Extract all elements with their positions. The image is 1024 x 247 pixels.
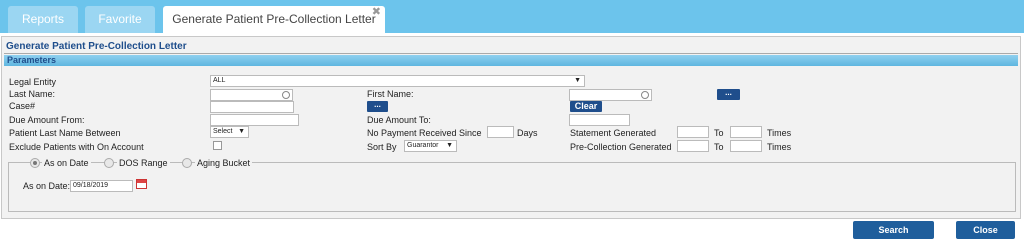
last-name-label: Last Name: (9, 89, 56, 99)
due-to-label: Due Amount To: (367, 115, 431, 125)
lookup-icon[interactable] (641, 91, 649, 99)
close-button[interactable]: Close (956, 221, 1015, 239)
tab-generate-letter[interactable]: Generate Patient Pre-Collection Letter ✖ (163, 6, 385, 33)
sort-by-value: Guarantor (407, 142, 439, 149)
parameters-header: Parameters (4, 55, 1018, 66)
case-browse-button[interactable]: ... (367, 101, 388, 112)
clear-button[interactable]: Clear (570, 101, 602, 112)
statement-from-input[interactable] (677, 126, 709, 138)
title-divider (4, 53, 1018, 54)
legal-entity-select[interactable]: ALL ▼ (210, 75, 585, 87)
case-label: Case# (9, 101, 36, 111)
as-on-date-radio-label: As on Date (42, 158, 91, 168)
as-on-date-label: As on Date: (23, 181, 71, 191)
aging-bucket-radio-label: Aging Bucket (195, 158, 253, 168)
first-name-browse-button[interactable]: ... (717, 89, 740, 100)
exclude-checkbox[interactable] (213, 141, 222, 150)
due-to-input[interactable] (569, 114, 630, 126)
last-name-between-select[interactable]: Select ▼ (210, 126, 249, 138)
close-icon[interactable]: ✖ (372, 0, 381, 26)
pre-collection-label: Pre-Collection Generated (570, 142, 672, 152)
calendar-icon[interactable] (136, 179, 147, 189)
legal-entity-value: ALL (213, 77, 226, 84)
exclude-label: Exclude Patients with On Account (9, 142, 144, 152)
form-panel: Generate Patient Pre-Collection Letter P… (1, 36, 1021, 219)
pre-collection-to-label: To (714, 142, 724, 152)
chevron-down-icon: ▼ (238, 128, 245, 135)
pre-collection-to-input[interactable] (730, 140, 762, 152)
tab-favorite[interactable]: Favorite (85, 6, 155, 33)
as-on-date-radio[interactable] (30, 158, 40, 168)
last-name-between-label: Patient Last Name Between (9, 128, 121, 138)
as-on-date-input[interactable]: 09/18/2019 (70, 180, 133, 192)
sort-by-label: Sort By (367, 142, 397, 152)
first-name-input[interactable] (569, 89, 652, 101)
tab-generate-letter-label: Generate Patient Pre-Collection Letter (172, 12, 376, 26)
days-label: Days (517, 128, 538, 138)
aging-bucket-radio[interactable] (182, 158, 192, 168)
statement-times-label: Times (767, 128, 792, 138)
page-title: Generate Patient Pre-Collection Letter (6, 41, 187, 52)
dos-range-radio-label: DOS Range (117, 158, 170, 168)
chevron-down-icon: ▼ (574, 77, 581, 84)
last-name-input[interactable] (210, 89, 293, 101)
no-payment-days-input[interactable] (487, 126, 514, 138)
dos-range-radio[interactable] (104, 158, 114, 168)
tab-bar: Reports Favorite Generate Patient Pre-Co… (0, 0, 1024, 33)
search-button[interactable]: Search (853, 221, 934, 239)
date-options-group (8, 162, 1016, 212)
case-input[interactable] (210, 101, 294, 113)
due-from-input[interactable] (210, 114, 299, 126)
lookup-icon[interactable] (282, 91, 290, 99)
first-name-label: First Name: (367, 89, 414, 99)
statement-to-input[interactable] (730, 126, 762, 138)
due-from-label: Due Amount From: (9, 115, 85, 125)
pre-collection-times-label: Times (767, 142, 792, 152)
no-payment-label: No Payment Received Since (367, 128, 482, 138)
chevron-down-icon: ▼ (446, 142, 453, 149)
statement-generated-label: Statement Generated (570, 128, 657, 138)
statement-to-label: To (714, 128, 724, 138)
main-panel: Generate Patient Pre-Collection Letter P… (0, 33, 1024, 247)
tab-reports[interactable]: Reports (8, 6, 78, 33)
pre-collection-from-input[interactable] (677, 140, 709, 152)
legal-entity-label: Legal Entity (9, 77, 57, 87)
last-name-between-value: Select (213, 128, 233, 135)
sort-by-select[interactable]: Guarantor ▼ (404, 140, 457, 152)
